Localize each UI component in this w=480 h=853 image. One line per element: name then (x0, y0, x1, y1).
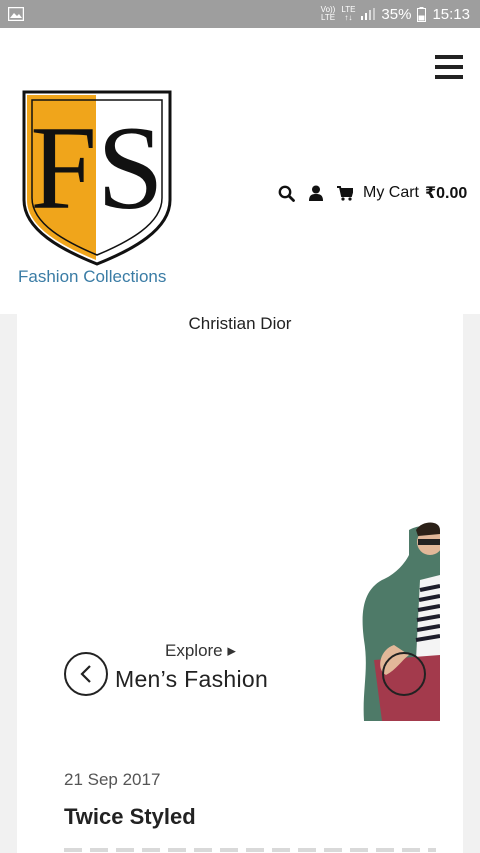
user-icon[interactable] (309, 185, 323, 201)
post-title[interactable]: Twice Styled (64, 804, 196, 830)
menu-icon[interactable] (435, 55, 463, 79)
brand-tagline[interactable]: Fashion Collections (18, 267, 166, 287)
battery-percent: 35% (381, 5, 412, 23)
cart-label: My Cart (363, 184, 419, 201)
header-actions: My Cart ₹0.00 (278, 183, 467, 203)
slider-prev-button[interactable] (64, 652, 108, 696)
banner-title[interactable]: Men’s Fashion (115, 666, 268, 693)
menu-bar (435, 75, 463, 79)
cart-total: ₹0.00 (425, 185, 468, 202)
fs-logo[interactable]: FS (22, 90, 172, 266)
status-left (8, 7, 24, 21)
volte-lte-label: LTE (320, 13, 336, 22)
image-icon (8, 7, 24, 21)
cart-icon (337, 185, 353, 201)
signal-icon (361, 8, 376, 20)
post-excerpt-placeholder (64, 848, 436, 852)
battery-icon (417, 6, 427, 22)
search-icon[interactable] (278, 185, 295, 202)
post-date: 21 Sep 2017 (64, 770, 161, 789)
cart-link[interactable]: My Cart ₹0.00 (337, 183, 467, 203)
banner-explore-link[interactable]: Explore ▸ (165, 641, 236, 661)
logo-text: FS (30, 101, 163, 234)
menu-bar (435, 65, 463, 69)
slider-next-button[interactable] (382, 652, 426, 696)
status-right: Vo)) LTE LTE ↑↓ 35% 15:13 (321, 6, 470, 23)
volte-indicator: Vo)) LTE (321, 6, 336, 22)
chevron-left-icon (80, 665, 91, 683)
brand-name[interactable]: Christian Dior (17, 314, 463, 334)
lte-indicator: LTE ↑↓ (341, 6, 355, 22)
clock: 15:13 (432, 5, 470, 23)
chevron-right-icon (384, 654, 424, 694)
status-bar: Vo)) LTE LTE ↑↓ 35% 15:13 (0, 0, 480, 28)
content-card: Christian Dior Explore ▸ Men’s Fashion 2… (17, 314, 463, 853)
menu-bar (435, 55, 463, 59)
lte-arrows: ↑↓ (344, 13, 353, 22)
site-header: FS Fashion Collections My Cart ₹0.00 (0, 28, 480, 314)
